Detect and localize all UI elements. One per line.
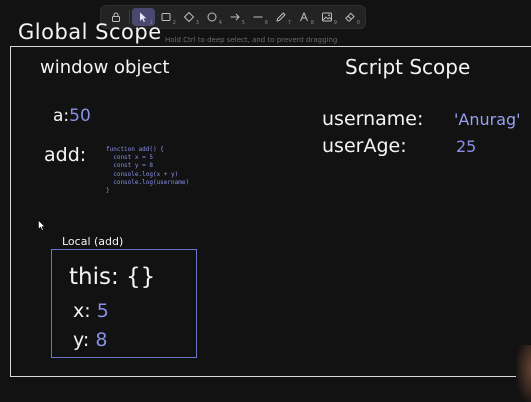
- global-scope-title[interactable]: Global Scope: [18, 22, 162, 43]
- tool-shortcut: 0: [356, 20, 360, 26]
- window-object-label[interactable]: window object: [40, 59, 169, 77]
- ellipse-tool[interactable]: 4: [201, 8, 224, 26]
- text-tool[interactable]: 8: [293, 8, 316, 26]
- tool-shortcut: 2: [172, 20, 176, 26]
- mouse-cursor-icon: [38, 220, 46, 231]
- pencil-icon: [276, 12, 287, 22]
- this-key: this:: [69, 264, 119, 290]
- code-line: console.log(x + y): [106, 170, 179, 178]
- text-icon: [300, 11, 309, 22]
- tool-shortcut: 3: [195, 20, 199, 26]
- arrow-tool[interactable]: 5: [224, 8, 247, 26]
- userage-key[interactable]: userAge:: [322, 137, 407, 156]
- tool-shortcut: 8: [310, 20, 314, 26]
- var-y-value: 8: [95, 329, 108, 351]
- tool-shortcut: 7: [287, 20, 291, 26]
- diamond-tool[interactable]: 3: [178, 8, 201, 26]
- tool-shortcut: 9: [333, 20, 337, 26]
- code-line: console.log(username): [106, 178, 190, 186]
- eraser-icon: [345, 12, 356, 22]
- line-icon: [253, 16, 263, 18]
- this-value: {}: [126, 264, 156, 290]
- var-x-entry[interactable]: x: 5: [73, 302, 109, 321]
- tool-shortcut: 6: [264, 20, 268, 26]
- userage-value[interactable]: 25: [456, 139, 476, 155]
- image-tool[interactable]: 9: [316, 8, 339, 26]
- code-line: function add() {: [106, 146, 164, 153]
- toolbar-hint: Hold Ctrl to deep select, and to prevent…: [165, 36, 338, 44]
- diamond-icon: [184, 11, 195, 23]
- rectangle-icon: [161, 13, 171, 21]
- var-x-value: 5: [96, 300, 109, 322]
- var-y-key: y:: [73, 329, 90, 351]
- add-function-code[interactable]: function add() { const x = 5 const y = 8…: [106, 146, 189, 195]
- var-a-value: 50: [69, 106, 91, 126]
- username-value[interactable]: 'Anurag': [454, 112, 521, 128]
- var-y-entry[interactable]: y: 8: [73, 331, 107, 350]
- local-scope-label[interactable]: Local (add): [62, 236, 123, 247]
- tool-shortcut: 4: [218, 20, 222, 26]
- var-x-key: x:: [73, 300, 91, 322]
- var-a-entry[interactable]: a:50: [53, 108, 91, 125]
- code-line: const x = 5: [106, 154, 153, 162]
- webcam-presenter-image: [516, 345, 531, 402]
- image-icon: [322, 12, 333, 22]
- arrow-icon: [230, 13, 241, 21]
- code-line: }: [106, 187, 110, 195]
- pencil-tool[interactable]: 7: [270, 8, 293, 26]
- this-entry[interactable]: this: {}: [69, 266, 155, 289]
- line-tool[interactable]: 6: [247, 8, 270, 26]
- code-line: const y = 8: [106, 162, 153, 170]
- script-scope-label[interactable]: Script Scope: [345, 57, 470, 77]
- drawing-canvas[interactable]: 1 2 3 4 5 6 7 8 9 0 Hold Ctrl to deep se…: [0, 0, 531, 402]
- var-a-key: a:: [53, 106, 70, 126]
- add-function-key[interactable]: add:: [44, 146, 86, 165]
- tool-shortcut: 5: [241, 20, 245, 26]
- eraser-tool[interactable]: 0: [339, 8, 362, 26]
- ellipse-icon: [207, 12, 217, 22]
- username-key[interactable]: username:: [322, 110, 423, 129]
